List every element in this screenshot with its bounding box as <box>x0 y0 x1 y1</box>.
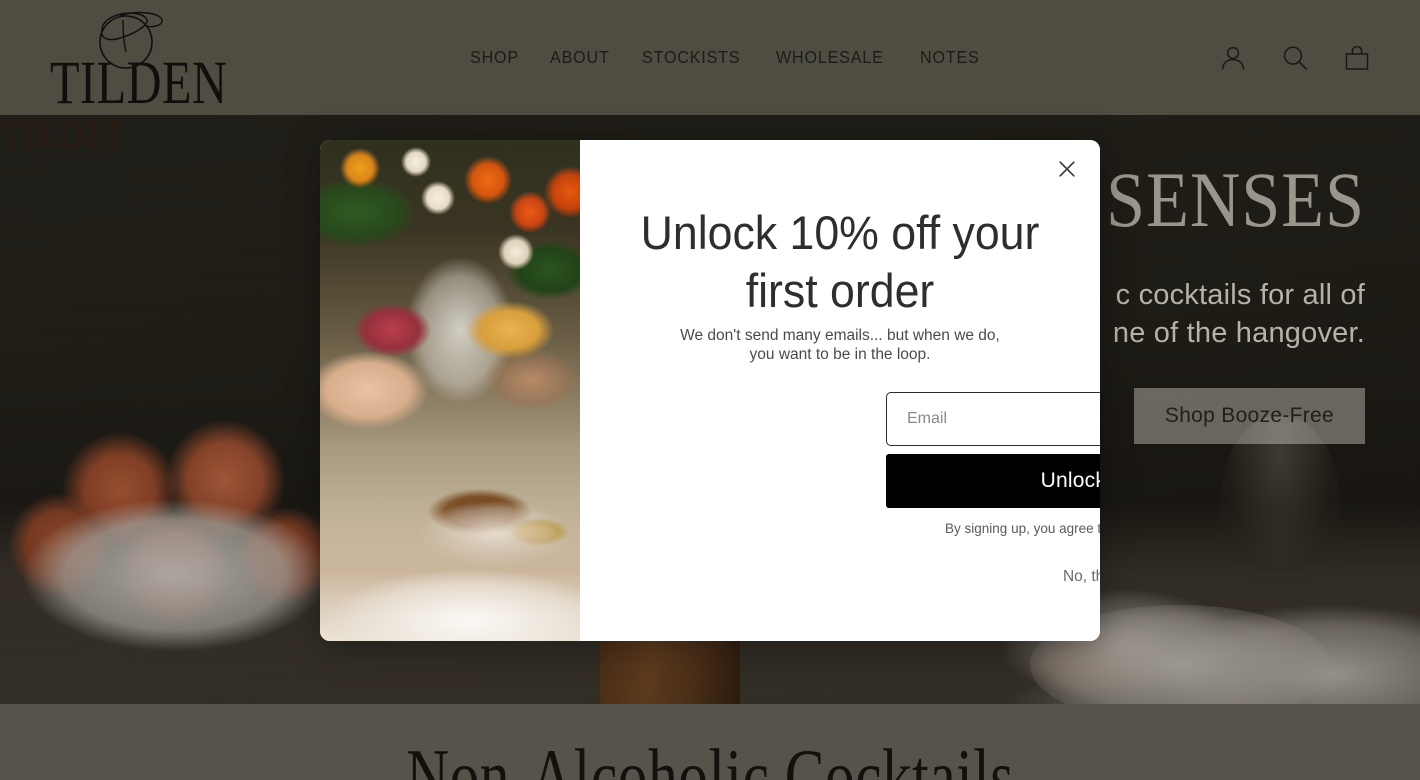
modal-body: Unlock 10% off your first order We don't… <box>580 140 1100 641</box>
close-icon[interactable] <box>1050 152 1084 186</box>
email-input[interactable] <box>886 392 1100 446</box>
newsletter-form: Unlock Offer By signing up, you agree to… <box>886 392 1100 537</box>
modal-subtext: We don't send many emails... but when we… <box>680 327 1000 363</box>
modal-promo-image <box>320 140 580 641</box>
newsletter-modal: Unlock 10% off your first order We don't… <box>320 140 1100 641</box>
decline-link[interactable]: No, thanks <box>886 568 1100 586</box>
consent-fine-print: By signing up, you agree to receive emai… <box>945 521 1100 536</box>
newsletter-modal-overlay: Unlock 10% off your first order We don't… <box>0 0 1420 780</box>
unlock-offer-button[interactable]: Unlock Offer <box>886 454 1100 508</box>
page-root: TILDEN NONALCOHOLIC COCKTAIL THE SENSES … <box>0 0 1420 780</box>
modal-heading: Unlock 10% off your first order <box>640 206 1040 317</box>
